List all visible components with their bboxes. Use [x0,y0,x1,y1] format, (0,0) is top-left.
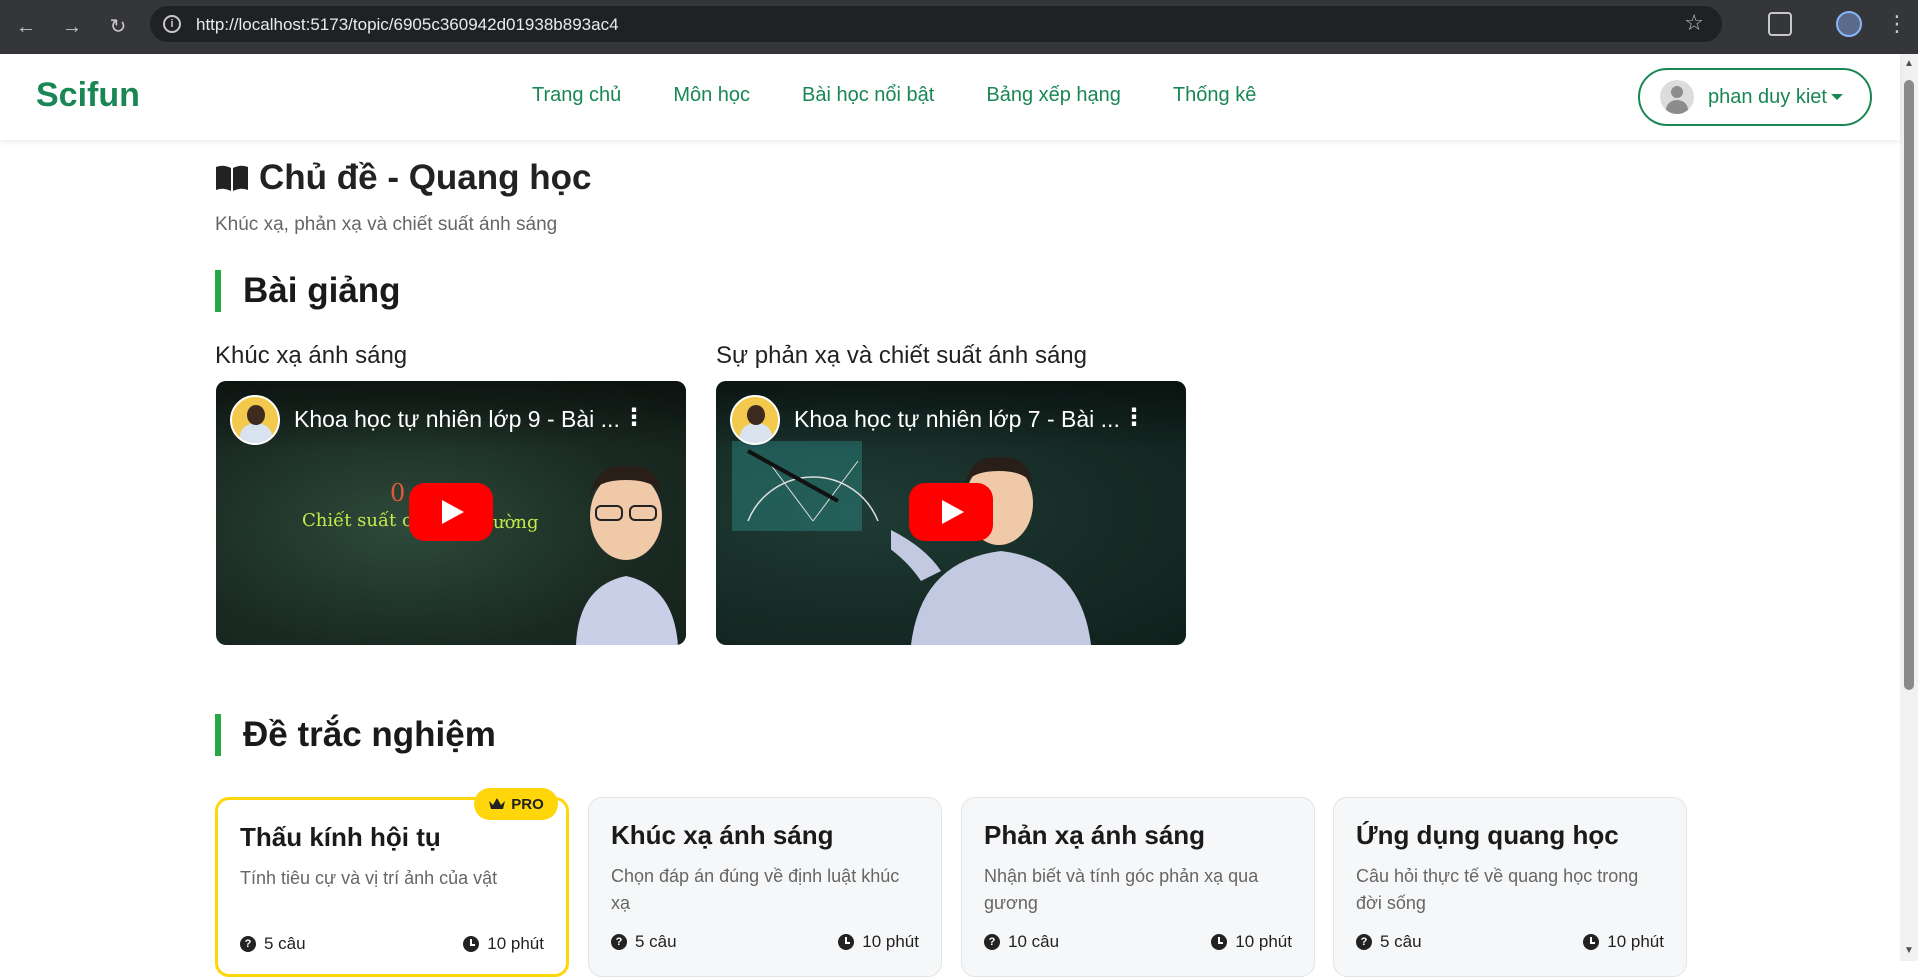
topic-title: Chủ đề - Quang học [259,158,592,197]
quiz-title: Thấu kính hội tụ [240,822,441,852]
youtube-video-title[interactable]: Khoa học tự nhiên lớp 9 - Bài ... [294,406,620,433]
play-button-icon[interactable] [409,483,493,541]
quiz-title: Ứng dụng quang học [1356,820,1619,850]
quiz-card[interactable]: Phản xạ ánh sáng Nhận biết và tính góc p… [961,797,1315,977]
quiz-meta: ? 5 câu 10 phút [240,934,544,954]
address-url[interactable]: http://localhost:5173/topic/6905c360942d… [196,15,619,35]
user-name: phan duy kiet [1708,85,1827,108]
quiz-description: Nhận biết và tính góc phản xạ qua gương [984,866,1259,913]
video-overlay-text: ường [493,512,539,533]
video-overlay-text: Chiết suất củ [302,510,424,531]
lectures-heading: Bài giảng [215,270,401,312]
quiz-card[interactable]: PRO Thấu kính hội tụ Tính tiêu cự và vị … [215,788,569,977]
clock-icon [463,936,480,952]
quiz-duration: 10 phút [862,932,919,951]
chevron-down-icon [1830,94,1843,100]
nav-link-home[interactable]: Trang chủ [532,84,621,107]
clock-icon [838,934,855,950]
brand-logo[interactable]: Scifun [36,76,140,115]
youtube-video-title[interactable]: Khoa học tự nhiên lớp 7 - Bài ... [794,406,1120,433]
main-nav: Trang chủ Môn học Bài học nổi bật Bảng x… [532,84,1308,107]
video-more-icon[interactable]: ⋮ [622,403,646,432]
quiz-duration: 10 phút [487,934,544,953]
question-count: 5 câu [635,932,677,951]
quiz-meta: ? 5 câu 10 phút [1356,932,1664,952]
scroll-down-arrow-icon[interactable]: ▼ [1903,945,1915,957]
quiz-duration: 10 phút [1607,932,1664,951]
question-count: 5 câu [264,934,306,953]
question-icon: ? [611,934,627,950]
channel-avatar[interactable] [730,395,780,445]
crown-icon [489,798,506,809]
pro-badge: PRO [474,788,558,820]
clock-icon [1211,934,1228,950]
nav-link-leaderboard[interactable]: Bảng xếp hạng [986,84,1121,107]
app-navbar: Scifun Trang chủ Môn học Bài học nổi bật… [0,54,1900,140]
video-label-2: Sự phản xạ và chiết suất ánh sáng [716,342,1087,369]
nav-link-featured-lessons[interactable]: Bài học nổi bật [802,84,934,107]
book-open-icon [216,165,248,191]
site-info-icon[interactable]: i [163,15,181,33]
quiz-card[interactable]: Ứng dụng quang học Câu hỏi thực tế về qu… [1333,797,1687,977]
browser-toolbar: ← → ↻ i http://localhost:5173/topic/6905… [0,0,1918,54]
clock-icon [1583,934,1600,950]
address-bar[interactable]: i http://localhost:5173/topic/6905c36094… [150,6,1722,42]
quiz-duration: 10 phút [1235,932,1292,951]
quizzes-heading: Đề trắc nghiệm [215,714,496,756]
channel-avatar[interactable] [230,395,280,445]
forward-arrow-icon[interactable]: → [58,13,86,41]
quiz-title: Khúc xạ ánh sáng [611,820,834,850]
play-button-icon[interactable] [909,483,993,541]
browser-menu-icon[interactable]: ⋮ [1886,10,1908,38]
scroll-up-arrow-icon[interactable]: ▲ [1903,58,1915,70]
question-count: 5 câu [1380,932,1422,951]
quiz-meta: ? 10 câu 10 phút [984,932,1292,952]
video-overlay-number: 0 [390,479,406,507]
quiz-card[interactable]: Khúc xạ ánh sáng Chọn đáp án đúng về địn… [588,797,942,977]
video-more-icon[interactable]: ⋮ [1122,403,1146,432]
video-player-1[interactable]: Chiết suất củ ường 0 Khoa học tự nhiên l… [216,381,686,645]
question-icon: ? [240,936,256,952]
question-icon: ? [984,934,1000,950]
browser-profile-icon[interactable] [1836,11,1862,37]
scrollbar-thumb[interactable] [1904,80,1914,690]
presenter-figure [576,465,678,645]
quiz-description: Chọn đáp án đúng về định luật khúc xạ [611,866,900,913]
quiz-title: Phản xạ ánh sáng [984,820,1206,850]
question-icon: ? [1356,934,1372,950]
extensions-icon[interactable] [1768,12,1792,36]
nav-link-statistics[interactable]: Thống kê [1173,84,1256,107]
quiz-meta: ? 5 câu 10 phút [611,932,919,952]
reload-icon[interactable]: ↻ [104,13,132,41]
page-title: Chủ đề - Quang học [215,158,591,198]
user-menu-button[interactable]: phan duy kiet [1638,68,1872,126]
back-arrow-icon[interactable]: ← [12,13,40,41]
pro-label: PRO [511,795,544,813]
bookmark-star-icon[interactable]: ☆ [1684,10,1704,36]
video-player-2[interactable]: Khoa học tự nhiên lớp 7 - Bài ... ⋮ [716,381,1186,645]
question-count: 10 câu [1008,932,1060,951]
nav-link-subjects[interactable]: Môn học [673,84,750,107]
quiz-description: Tính tiêu cự và vị trí ảnh của vật [240,868,498,888]
video-label-1: Khúc xạ ánh sáng [215,342,408,369]
topic-subtitle: Khúc xạ, phản xạ và chiết suất ánh sáng [215,214,558,235]
avatar [1660,80,1694,114]
quiz-description: Câu hỏi thực tế về quang học trong đời s… [1356,866,1639,913]
